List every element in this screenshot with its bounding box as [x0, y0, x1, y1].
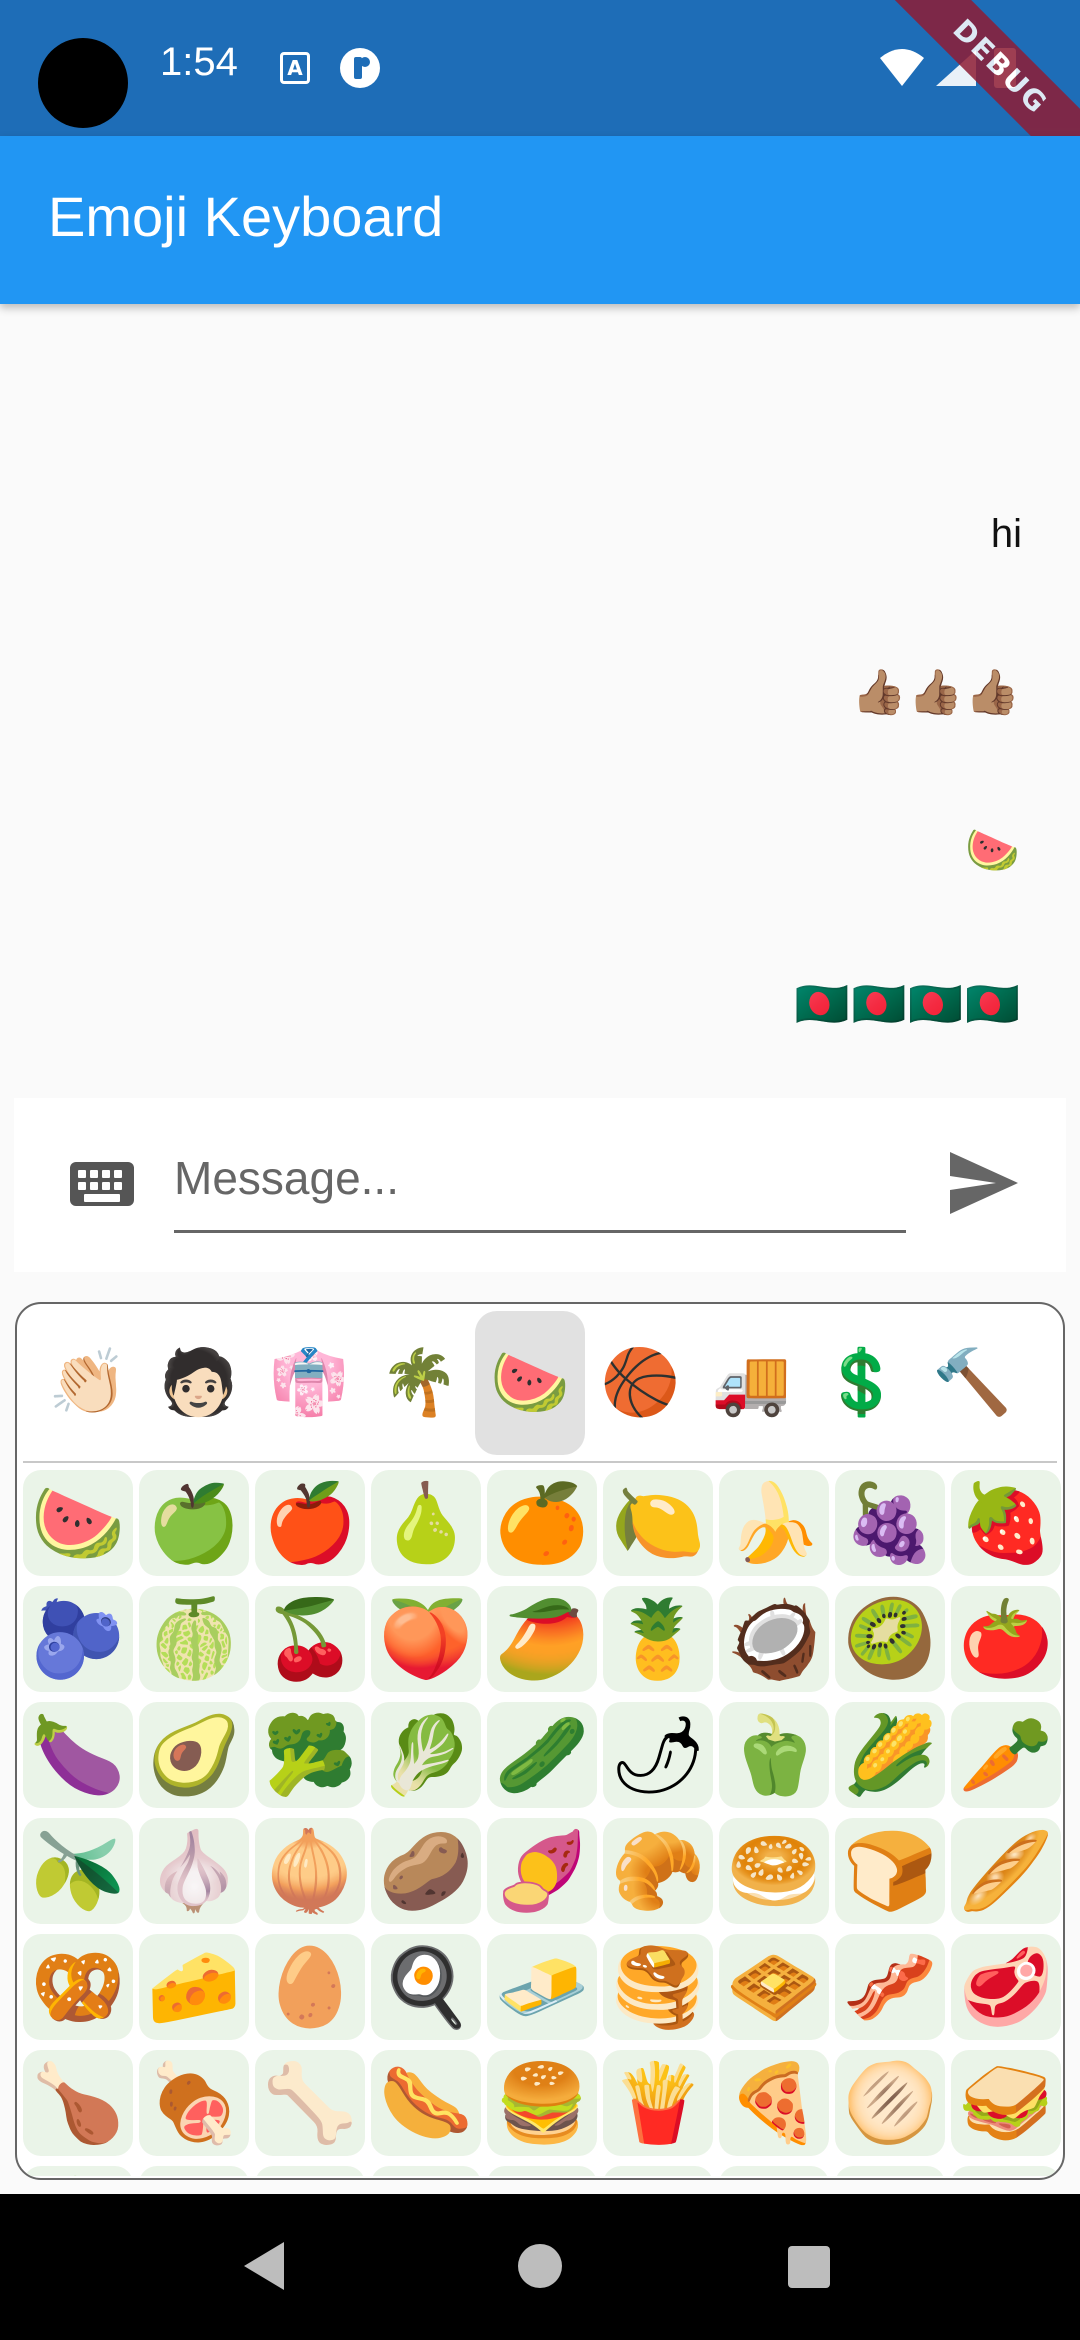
- emoji-cell[interactable]: 🍑: [371, 1586, 481, 1692]
- emoji-cell[interactable]: 🧇: [719, 1934, 829, 2040]
- emoji-cell[interactable]: 🥭: [487, 1586, 597, 1692]
- emoji-cell[interactable]: 🍐: [371, 1470, 481, 1576]
- emoji-cell[interactable]: 🥕: [951, 1702, 1061, 1808]
- emoji-cell[interactable]: 🫒: [23, 1818, 133, 1924]
- emoji-cell[interactable]: 🍞: [835, 1818, 945, 1924]
- emoji-cell[interactable]: 🥖: [951, 1818, 1061, 1924]
- message-input[interactable]: [174, 1134, 906, 1233]
- tab-smileys-people[interactable]: 👏🏻: [33, 1311, 143, 1455]
- emoji-cell[interactable]: 🌮: [255, 2166, 365, 2176]
- picker-divider: [23, 1461, 1057, 1463]
- emoji-cell[interactable]: 🥩: [951, 1934, 1061, 2040]
- emoji-cell[interactable]: 🫓: [835, 2050, 945, 2156]
- back-icon[interactable]: [244, 2242, 284, 2290]
- emoji-cell[interactable]: 🍅: [951, 1586, 1061, 1692]
- send-icon[interactable]: [948, 1150, 1020, 1216]
- app-bar: Emoji Keyboard: [0, 136, 1080, 304]
- emoji-cell[interactable]: 🥑: [139, 1702, 249, 1808]
- emoji-category-tabs: 👏🏻 🧑🏻 👘 🌴 🍉 🏀 🚚 💲 🔨: [17, 1304, 1063, 1462]
- emoji-cell[interactable]: 🧄: [139, 1818, 249, 1924]
- tab-activities[interactable]: 🏀: [586, 1311, 696, 1455]
- home-icon[interactable]: [518, 2244, 562, 2288]
- emoji-cell[interactable]: 🍔: [487, 2050, 597, 2156]
- emoji-cell[interactable]: 🥙: [23, 2166, 133, 2176]
- emoji-cell[interactable]: 🍟: [603, 2050, 713, 2156]
- emoji-cell[interactable]: 🦴: [255, 2050, 365, 2156]
- emoji-cell[interactable]: 🥞: [603, 1934, 713, 2040]
- page-title: Emoji Keyboard: [48, 185, 444, 248]
- emoji-cell[interactable]: 🌯: [371, 2166, 481, 2176]
- emoji-cell[interactable]: 🥘: [719, 2166, 829, 2176]
- emoji-cell[interactable]: 🥪: [951, 2050, 1061, 2156]
- emoji-cell[interactable]: 🍒: [255, 1586, 365, 1692]
- emoji-cell[interactable]: 🫕: [835, 2166, 945, 2176]
- emoji-cell[interactable]: 🥦: [255, 1702, 365, 1808]
- emoji-cell[interactable]: 🧆: [139, 2166, 249, 2176]
- emoji-grid: 🍉 🍏 🍎 🍐 🍊 🍋 🍌 🍇 🍓 🫐 🍈 🍒 🍑 🥭 🍍 🥥 🥝 🍅 🍆 🥑 🥦 🥬 🥒 🌶 🫑 🌽 🥕 🫒 🧄 🧅 🥔 🍠 🥐 🥯 🍞 🥖 🥨 🧀 🥚 🍳…: [23, 1470, 1063, 2176]
- emoji-cell[interactable]: 🥒: [487, 1702, 597, 1808]
- emoji-cell[interactable]: 🫔: [487, 2166, 597, 2176]
- app-r-icon: [340, 48, 380, 88]
- emoji-cell[interactable]: 🍆: [23, 1702, 133, 1808]
- camera-cutout: [38, 38, 128, 128]
- recents-icon[interactable]: [788, 2246, 830, 2288]
- tab-objects[interactable]: 🔨: [917, 1311, 1027, 1455]
- emoji-cell[interactable]: 🥓: [835, 1934, 945, 2040]
- tab-food-drink[interactable]: 🍉: [475, 1311, 585, 1455]
- emoji-cell[interactable]: 🍋: [603, 1470, 713, 1576]
- message-item: 🇧🇩🇧🇩🇧🇩🇧🇩: [794, 980, 1022, 1029]
- message-item: 🍉: [965, 826, 1022, 875]
- emoji-cell[interactable]: 🌶: [603, 1702, 713, 1808]
- emoji-cell[interactable]: 🧀: [139, 1934, 249, 2040]
- emoji-cell[interactable]: 🌭: [371, 2050, 481, 2156]
- emoji-cell[interactable]: 🥯: [719, 1818, 829, 1924]
- emoji-cell[interactable]: 🧅: [255, 1818, 365, 1924]
- message-input-bar: [14, 1098, 1066, 1272]
- emoji-cell[interactable]: 🍉: [23, 1470, 133, 1576]
- keyboard-icon[interactable]: [70, 1162, 134, 1206]
- emoji-cell[interactable]: 🥥: [719, 1586, 829, 1692]
- message-item: 👍🏽👍🏽👍🏽: [851, 668, 1022, 717]
- emoji-cell[interactable]: 🥗: [603, 2166, 713, 2176]
- wifi-icon: [880, 49, 924, 86]
- status-bar: 1:54 A DEBUG: [0, 0, 1080, 193]
- emoji-cell[interactable]: 🥐: [603, 1818, 713, 1924]
- accessibility-a-icon: A: [280, 52, 310, 84]
- emoji-cell[interactable]: 🥝: [835, 1586, 945, 1692]
- emoji-cell[interactable]: 🌽: [835, 1702, 945, 1808]
- emoji-cell[interactable]: 🍎: [255, 1470, 365, 1576]
- tab-clothing[interactable]: 👘: [254, 1311, 364, 1455]
- tab-symbols[interactable]: 💲: [807, 1311, 917, 1455]
- message-item: hi: [990, 512, 1022, 556]
- emoji-cell[interactable]: 🍖: [139, 2050, 249, 2156]
- tab-animals-nature[interactable]: 🌴: [365, 1311, 475, 1455]
- emoji-cell[interactable]: 🍏: [139, 1470, 249, 1576]
- emoji-cell[interactable]: 🥔: [371, 1818, 481, 1924]
- emoji-cell[interactable]: 🥬: [371, 1702, 481, 1808]
- emoji-cell[interactable]: 🫐: [23, 1586, 133, 1692]
- emoji-cell[interactable]: 🫑: [719, 1702, 829, 1808]
- emoji-cell[interactable]: 🍊: [487, 1470, 597, 1576]
- emoji-cell[interactable]: 🍇: [835, 1470, 945, 1576]
- status-time: 1:54: [160, 40, 238, 84]
- emoji-cell[interactable]: 🍌: [719, 1470, 829, 1576]
- emoji-cell[interactable]: 🧈: [487, 1934, 597, 2040]
- emoji-cell[interactable]: 🍕: [719, 2050, 829, 2156]
- emoji-cell[interactable]: 🍍: [603, 1586, 713, 1692]
- emoji-cell[interactable]: 🍠: [487, 1818, 597, 1924]
- emoji-cell[interactable]: 🥚: [255, 1934, 365, 2040]
- emoji-cell[interactable]: 🥫: [951, 2166, 1061, 2176]
- emoji-picker: 👏🏻 🧑🏻 👘 🌴 🍉 🏀 🚚 💲 🔨 🍉 🍏 🍎 🍐 🍊 🍋 🍌 🍇 🍓 🫐 🍈 🍒 🍑 🥭 🍍 🥥 🥝 🍅 🍆 🥑 🥦 🥬 🥒 🌶 🫑 🌽 🥕 🫒…: [15, 1302, 1065, 2180]
- system-nav-bar: [0, 2194, 1080, 2340]
- emoji-cell[interactable]: 🍗: [23, 2050, 133, 2156]
- emoji-cell[interactable]: 🍳: [371, 1934, 481, 2040]
- emoji-cell[interactable]: 🥨: [23, 1934, 133, 2040]
- tab-travel-places[interactable]: 🚚: [696, 1311, 806, 1455]
- emoji-cell[interactable]: 🍈: [139, 1586, 249, 1692]
- emoji-cell[interactable]: 🍓: [951, 1470, 1061, 1576]
- tab-people[interactable]: 🧑🏻: [144, 1311, 254, 1455]
